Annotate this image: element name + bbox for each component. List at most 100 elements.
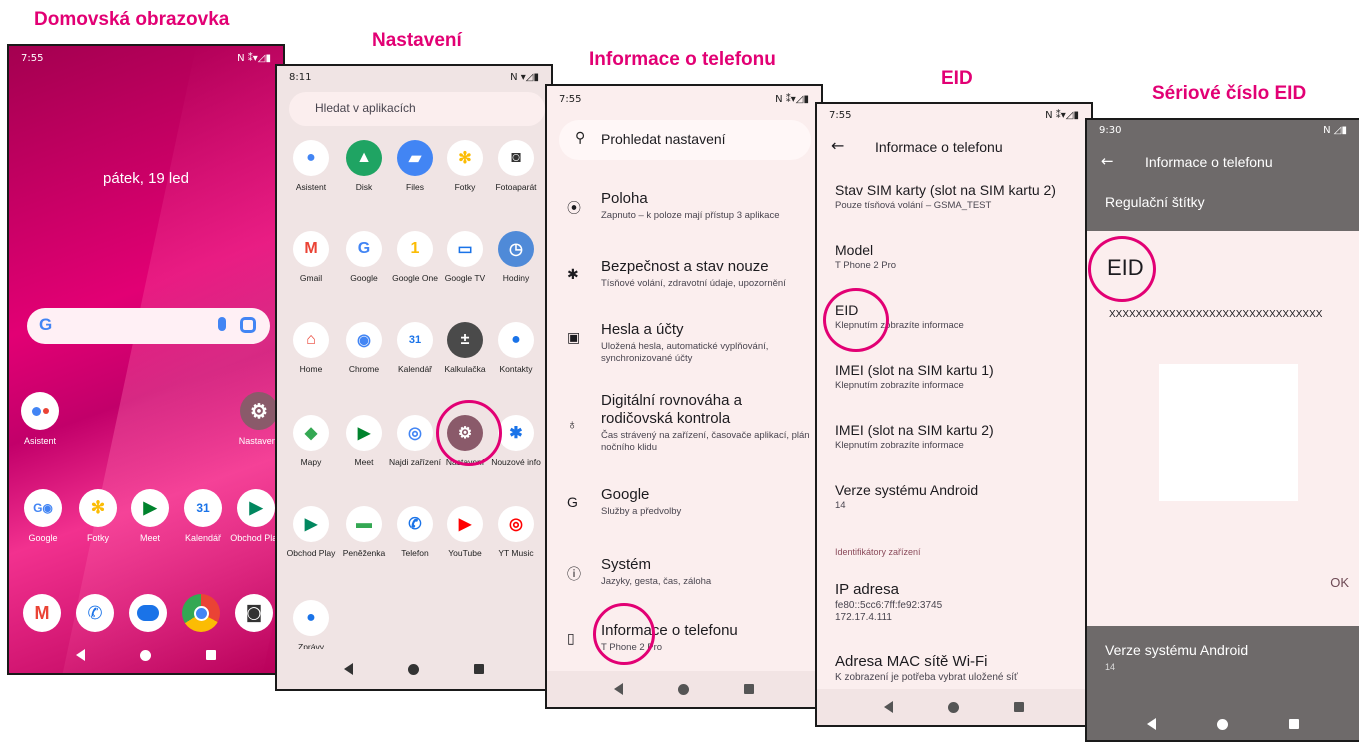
app-drive[interactable]: ▲ Disk <box>336 140 392 192</box>
nav-recent-icon[interactable] <box>743 684 754 694</box>
photos-icon: ✻ <box>79 489 117 527</box>
ip-address-item[interactable]: IP adresa fe80::5cc6:7ff:fe92:3745 172.1… <box>817 581 1091 624</box>
date-widget[interactable]: pátek, 19 led <box>9 170 283 187</box>
app-label: Asistent <box>23 436 56 446</box>
settings-item-subtitle: Služby a předvolby <box>601 506 682 517</box>
about-item[interactable]: Stav SIM karty (slot na SIM kartu 2) Pouz… <box>817 182 1091 212</box>
app-label: Fotky <box>86 533 109 543</box>
nav-back-icon[interactable] <box>884 701 894 713</box>
app-gmail[interactable]: M Gmail <box>283 231 339 283</box>
app-label: Kalendář <box>184 533 222 543</box>
nav-home-icon[interactable] <box>1216 718 1228 730</box>
settings-item[interactable]: ♁ Digitální rovnováha a rodičovská kontro… <box>547 392 821 454</box>
about-item[interactable]: Verze systému Android 14 <box>817 482 1091 512</box>
nav-back-icon[interactable] <box>1147 718 1157 730</box>
app-clock[interactable]: ◷ Hodiny <box>488 231 544 283</box>
nav-home-icon[interactable] <box>139 649 151 661</box>
drive-icon: ▲ <box>346 140 382 176</box>
settings-item[interactable]: ⓘ Systém Jazyky, gesta, čas, záloha <box>547 556 821 588</box>
settings-item[interactable]: G Google Služby a předvolby <box>547 486 821 518</box>
mac-subtitle: K zobrazení je potřeba vybrat uložené sí… <box>835 672 1018 683</box>
app-chrome[interactable]: ◉ Chrome <box>336 322 392 374</box>
nav-bar <box>9 637 283 673</box>
app-yt-music[interactable]: ◎ YT Music <box>488 506 544 558</box>
gmail-icon[interactable]: M <box>23 594 61 632</box>
nav-home-icon[interactable] <box>947 701 959 713</box>
back-arrow-icon[interactable]: ← <box>831 136 844 155</box>
messages-icon[interactable] <box>129 594 167 632</box>
app-asistent[interactable]: Asistent <box>9 392 71 446</box>
phone-icon: ✆ <box>397 506 433 542</box>
app-find-device[interactable]: ◎ Najdi zařízení <box>387 415 443 467</box>
phone-icon[interactable]: ✆ <box>76 594 114 632</box>
search-bar[interactable]: G <box>27 308 270 344</box>
emergency-info-icon: ✱ <box>498 415 534 451</box>
nav-home-icon[interactable] <box>677 683 689 695</box>
about-item-subtitle: T Phone 2 Pro <box>835 260 897 271</box>
play-store-icon: ▶ <box>293 506 329 542</box>
settings-item-title: Google <box>601 486 650 503</box>
camera-icon[interactable]: ◙ <box>235 594 273 632</box>
app-contacts[interactable]: ● Kontakty <box>488 322 544 374</box>
app-photos[interactable]: ✻ Fotky <box>437 140 493 192</box>
app-youtube[interactable]: ▶ YouTube <box>437 506 493 558</box>
app-camera[interactable]: ◙ Fotoaparát <box>488 140 544 192</box>
status-icons: N ▾◿▮ <box>510 71 539 83</box>
settings-item[interactable]: ▣ Hesla a účty Uložená hesla, automatické … <box>547 321 821 365</box>
app-label: Peněženka <box>342 548 386 558</box>
nav-recent-icon[interactable] <box>473 664 484 674</box>
app-meet[interactable]: ▶ Meet <box>336 415 392 467</box>
android-version-title: Verze systému Android <box>1105 642 1249 658</box>
settings-item-subtitle: Jazyky, gesta, čas, záloha <box>601 576 712 587</box>
about-item[interactable]: IMEI (slot na SIM kartu 2) Klepnutím zobr… <box>817 422 1091 452</box>
app-phone[interactable]: ✆ Telefon <box>387 506 443 558</box>
mac-address-item[interactable]: Adresa MAC sítě Wi-Fi K zobrazení je pot… <box>817 653 1091 684</box>
nav-recent-icon[interactable] <box>1013 702 1024 712</box>
nav-back-icon[interactable] <box>614 683 624 695</box>
nav-recent-icon[interactable] <box>205 650 216 660</box>
chrome-icon[interactable] <box>182 594 220 632</box>
location-icon: ⦿ <box>567 200 581 216</box>
settings-search-input[interactable]: ⚲ Prohledat nastavení <box>559 120 811 160</box>
nav-back-icon[interactable] <box>76 649 86 661</box>
status-bar: 8:11 N ▾◿▮ <box>277 66 551 88</box>
back-arrow-icon[interactable]: ← <box>1101 152 1114 170</box>
regulatory-labels-item[interactable]: Regulační štítky <box>1105 194 1205 210</box>
app-home[interactable]: ⌂ Home <box>283 322 339 374</box>
ok-button[interactable]: OK <box>1330 575 1349 590</box>
heading-eid-serial: Sériové číslo EID <box>1152 83 1307 104</box>
app-play-store[interactable]: ▶ Obchod Play <box>283 506 339 558</box>
mic-icon[interactable] <box>218 317 226 331</box>
about-item[interactable]: Model T Phone 2 Pro <box>817 242 1091 272</box>
app-calendar[interactable]: 31 Kalendář <box>387 322 443 374</box>
app-files[interactable]: ▰ Files <box>387 140 443 192</box>
app-wallet[interactable]: ▬ Peněženka <box>336 506 392 558</box>
status-icons: N ◿▮ <box>1323 124 1347 136</box>
settings-item[interactable]: ▯ Informace o telefonu T Phone 2 Pro <box>547 622 821 654</box>
about-phone-screen: 7:55 N ⁑▾◿▮ ← Informace o telefonu Stav … <box>815 102 1093 727</box>
app-google-tv[interactable]: ▭ Google TV <box>437 231 493 283</box>
app-search-input[interactable]: Hledat v aplikacích <box>289 92 545 126</box>
app-google[interactable]: G Google <box>336 231 392 283</box>
heading-settings: Nastavení <box>372 30 462 51</box>
meet-icon: ▶ <box>346 415 382 451</box>
app-messages[interactable]: ● Zprávy <box>283 600 339 652</box>
settings-item-subtitle: Zapnuto – k poloze mají přístup 3 aplika… <box>601 210 780 221</box>
about-item[interactable]: IMEI (slot na SIM kartu 1) Klepnutím zobr… <box>817 362 1091 392</box>
settings-item[interactable]: ✱ Bezpečnost a stav nouze Tísňové volání, … <box>547 258 821 290</box>
app-assistant[interactable]: ● Asistent <box>283 140 339 192</box>
app-maps[interactable]: ◆ Mapy <box>283 415 339 467</box>
settings-item[interactable]: ⦿ Poloha Zapnuto – k poloze mají přístup 3… <box>547 190 821 222</box>
nav-home-icon[interactable] <box>407 663 419 675</box>
lens-icon[interactable] <box>240 317 256 333</box>
app-google-one[interactable]: 1 Google One <box>387 231 443 283</box>
app-calculator[interactable]: ± Kalkulačka <box>437 322 493 374</box>
clock-icon: ◷ <box>498 231 534 267</box>
dock-google[interactable]: G◉ Google <box>12 489 74 543</box>
wellbeing-icon: ♁ <box>567 416 578 432</box>
nav-recent-icon[interactable] <box>1288 719 1299 729</box>
google-tv-icon: ▭ <box>447 231 483 267</box>
nav-back-icon[interactable] <box>344 663 354 675</box>
status-time: 7:55 <box>21 52 44 64</box>
status-icons: N ⁑▾◿▮ <box>237 52 271 64</box>
